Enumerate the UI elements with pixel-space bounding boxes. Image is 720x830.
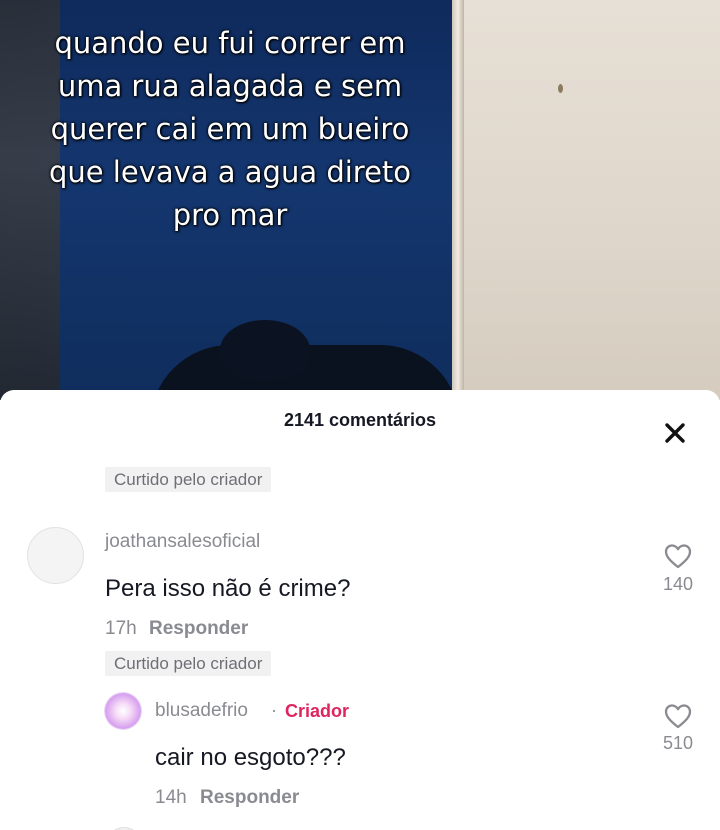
liked-by-creator-badge: Curtido pelo criador: [105, 651, 272, 676]
like-count: 510: [662, 733, 694, 753]
liked-by-creator-badge: Curtido pelo criador: [105, 467, 272, 492]
video-caption: quando eu fui correr em uma rua alagada …: [30, 22, 430, 237]
username-separator: ·: [271, 700, 277, 720]
comment-text: cair no esgoto???: [155, 744, 346, 771]
comment-text: Pera isso não é crime?: [105, 575, 351, 602]
video-scene-person-head: [220, 320, 310, 380]
video-scene-wall: [464, 0, 720, 400]
avatar[interactable]: [27, 527, 84, 584]
heart-outline-icon: [664, 704, 692, 729]
caption-line: uma rua alagada e sem: [57, 69, 403, 103]
comment-timestamp: 17h: [105, 618, 137, 639]
caption-line: quando eu fui correr em: [54, 26, 406, 60]
comment-username[interactable]: joathansalesoficial: [105, 531, 260, 553]
caption-line: que levava a agua direto: [48, 155, 412, 189]
close-button[interactable]: [660, 418, 690, 448]
avatar[interactable]: [105, 693, 141, 729]
comment-timestamp: 14h: [155, 787, 187, 808]
video-scene-frame: [452, 0, 464, 400]
comments-count-title: 2141 comentários: [283, 410, 437, 430]
comment-username[interactable]: blusadefrio: [155, 700, 248, 722]
reply-button[interactable]: Responder: [200, 787, 299, 809]
like-button[interactable]: [658, 540, 698, 572]
caption-line: querer cai em um bueiro: [50, 112, 410, 146]
heart-outline-icon: [664, 544, 692, 569]
close-icon: [665, 423, 685, 443]
creator-tag: Criador: [285, 701, 350, 721]
like-count: 140: [662, 574, 694, 594]
like-button[interactable]: [658, 700, 698, 732]
video-background: quando eu fui correr em uma rua alagada …: [0, 0, 720, 400]
reply-button[interactable]: Responder: [149, 618, 248, 640]
caption-line: pro mar: [172, 198, 288, 232]
comments-sheet: 2141 comentários Curtido pelo criador jo…: [0, 390, 720, 830]
video-scene-speck: [558, 84, 563, 93]
